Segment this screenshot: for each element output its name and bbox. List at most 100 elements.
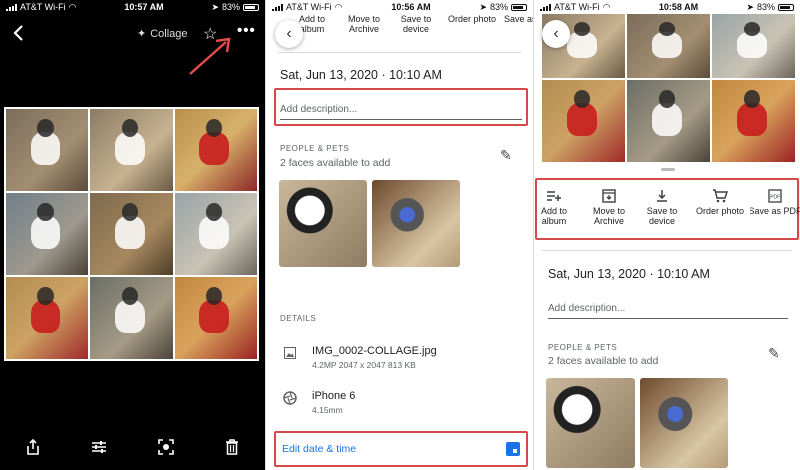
lens-icon[interactable] — [158, 438, 174, 460]
save-as-pdf-button[interactable]: PDF Save as PDF — [750, 186, 800, 216]
sheet-drag-handle[interactable] — [661, 168, 675, 171]
camera-meta: 4.15mm — [312, 405, 343, 415]
move-to-archive-button[interactable]: Move to Archive — [586, 186, 632, 226]
signal-icon — [6, 3, 17, 11]
save-to-device-button[interactable]: Save to device — [392, 14, 440, 34]
face-thumbnail[interactable] — [372, 180, 460, 267]
collage-photo — [6, 277, 89, 359]
action-row-partial: Add to album Move to Archive Save to dev… — [266, 12, 533, 54]
chevron-left-icon[interactable] — [12, 24, 26, 47]
battery-percent: 83% — [756, 2, 775, 12]
details-heading: DETAILS — [280, 314, 317, 323]
chevron-left-icon: ‹ — [286, 25, 292, 42]
file-details-row: IMG_0002-COLLAGE.jpg 4.2MP 2047 x 2047 8… — [282, 345, 437, 370]
faces-available-text: 2 faces available to add — [280, 157, 391, 169]
clock: 10:57 AM — [124, 2, 164, 12]
file-meta: 4.2MP 2047 x 2047 813 KB — [312, 360, 416, 370]
location-icon: ➤ — [211, 1, 219, 12]
collage-photo — [712, 80, 795, 162]
divider — [278, 52, 521, 53]
pencil-icon[interactable]: ✎ — [768, 345, 780, 362]
archive-icon — [602, 186, 616, 206]
battery-percent: 83% — [221, 2, 240, 12]
collage-photo — [174, 109, 257, 191]
wifi-icon: ◠ — [68, 1, 77, 12]
carrier-label: AT&T Wi-Fi — [286, 2, 332, 12]
collage-photo — [90, 277, 173, 359]
edit-sliders-icon[interactable] — [91, 440, 107, 459]
calendar-icon — [506, 442, 520, 456]
photo-datetime: Sat, Jun 13, 2020 · 10:10 AM — [548, 267, 710, 281]
order-photo-button[interactable]: Order photo — [692, 186, 748, 216]
description-input[interactable]: Add description... — [548, 303, 788, 319]
clock: 10:58 AM — [658, 2, 699, 12]
carrier-label: AT&T Wi-Fi — [20, 2, 66, 12]
status-bar: AT&T Wi-Fi ◠ 10:57 AM ➤ 83% — [0, 0, 265, 14]
collage-photo — [174, 277, 257, 359]
svg-text:PDF: PDF — [770, 195, 780, 201]
collage-button[interactable]: ✦ Collage — [137, 27, 188, 41]
file-name: IMG_0002-COLLAGE.jpg — [312, 345, 437, 357]
collage-image[interactable] — [542, 14, 795, 162]
camera-details-row: iPhone 6 4.15mm — [282, 390, 355, 415]
collage-photo — [174, 193, 257, 275]
face-thumbnail[interactable] — [279, 180, 367, 267]
collage-photo — [542, 80, 625, 162]
back-button[interactable]: ‹ — [542, 20, 570, 48]
battery-icon — [511, 3, 527, 11]
pdf-icon: PDF — [768, 186, 782, 206]
save-to-device-button[interactable]: Save to device — [640, 186, 684, 226]
battery-icon — [778, 3, 794, 11]
carrier-label: AT&T Wi-Fi — [554, 2, 600, 12]
face-thumbnail[interactable] — [640, 378, 728, 468]
people-pets-heading: PEOPLE & PETS — [280, 144, 350, 153]
order-photo-button[interactable]: Order photo — [444, 14, 500, 24]
photo-info-panel: AT&T Wi-Fi ◠ 10:56 AM ➤ 83% Add to album… — [265, 0, 533, 470]
location-icon: ➤ — [479, 1, 487, 12]
collage-viewer-panel: AT&T Wi-Fi ◠ 10:57 AM ➤ 83% ✦ Collage ☆ … — [0, 0, 265, 470]
save-as-button[interactable]: Save as — [504, 14, 533, 24]
back-button[interactable]: ‹ — [275, 20, 303, 48]
wifi-icon: ◠ — [602, 1, 611, 12]
signal-icon — [540, 3, 551, 11]
bottom-toolbar — [0, 434, 265, 464]
add-to-album-button[interactable]: Add to album — [536, 186, 572, 226]
collage-photo — [6, 109, 89, 191]
collage-label: Collage — [150, 27, 188, 40]
faces-available-text: 2 faces available to add — [548, 355, 659, 367]
edit-date-time-label: Edit date & time — [282, 443, 357, 455]
cart-icon — [712, 186, 728, 206]
share-icon[interactable] — [26, 438, 40, 460]
signal-icon — [272, 3, 283, 11]
clock: 10:56 AM — [391, 2, 431, 12]
chevron-left-icon: ‹ — [553, 25, 559, 42]
battery-icon — [243, 3, 259, 11]
collage-photo — [712, 14, 795, 78]
more-dots-icon[interactable]: ••• — [237, 22, 256, 39]
playlist-add-icon — [546, 186, 562, 206]
location-icon: ➤ — [746, 1, 754, 12]
trash-icon[interactable] — [225, 438, 239, 460]
collage-image[interactable] — [4, 107, 259, 361]
collage-photo — [90, 109, 173, 191]
collage-photo — [627, 14, 710, 78]
annotation-arrow — [189, 37, 231, 75]
people-pets-heading: PEOPLE & PETS — [548, 343, 618, 352]
pencil-icon[interactable]: ✎ — [500, 147, 512, 164]
camera-name: iPhone 6 — [312, 390, 356, 402]
photo-actions-panel: AT&T Wi-Fi ◠ 10:58 AM ➤ 83% ‹ Add to alb… — [533, 0, 800, 470]
screenshot-composite: AT&T Wi-Fi ◠ 10:57 AM ➤ 83% ✦ Collage ☆ … — [0, 0, 800, 470]
sparkle-icon: ✦ — [137, 28, 147, 40]
photo-datetime: Sat, Jun 13, 2020 · 10:10 AM — [280, 68, 442, 82]
move-to-archive-button[interactable]: Move to Archive — [340, 14, 388, 34]
battery-percent: 83% — [489, 2, 508, 12]
collage-photo — [90, 193, 173, 275]
aperture-icon — [282, 390, 298, 406]
divider — [542, 250, 792, 251]
edit-date-time-button[interactable]: Edit date & time — [274, 431, 528, 467]
wifi-icon: ◠ — [334, 1, 343, 12]
description-input[interactable]: Add description... — [280, 104, 522, 120]
collage-photo — [6, 193, 89, 275]
image-icon — [282, 345, 298, 361]
face-thumbnail[interactable] — [546, 378, 635, 468]
